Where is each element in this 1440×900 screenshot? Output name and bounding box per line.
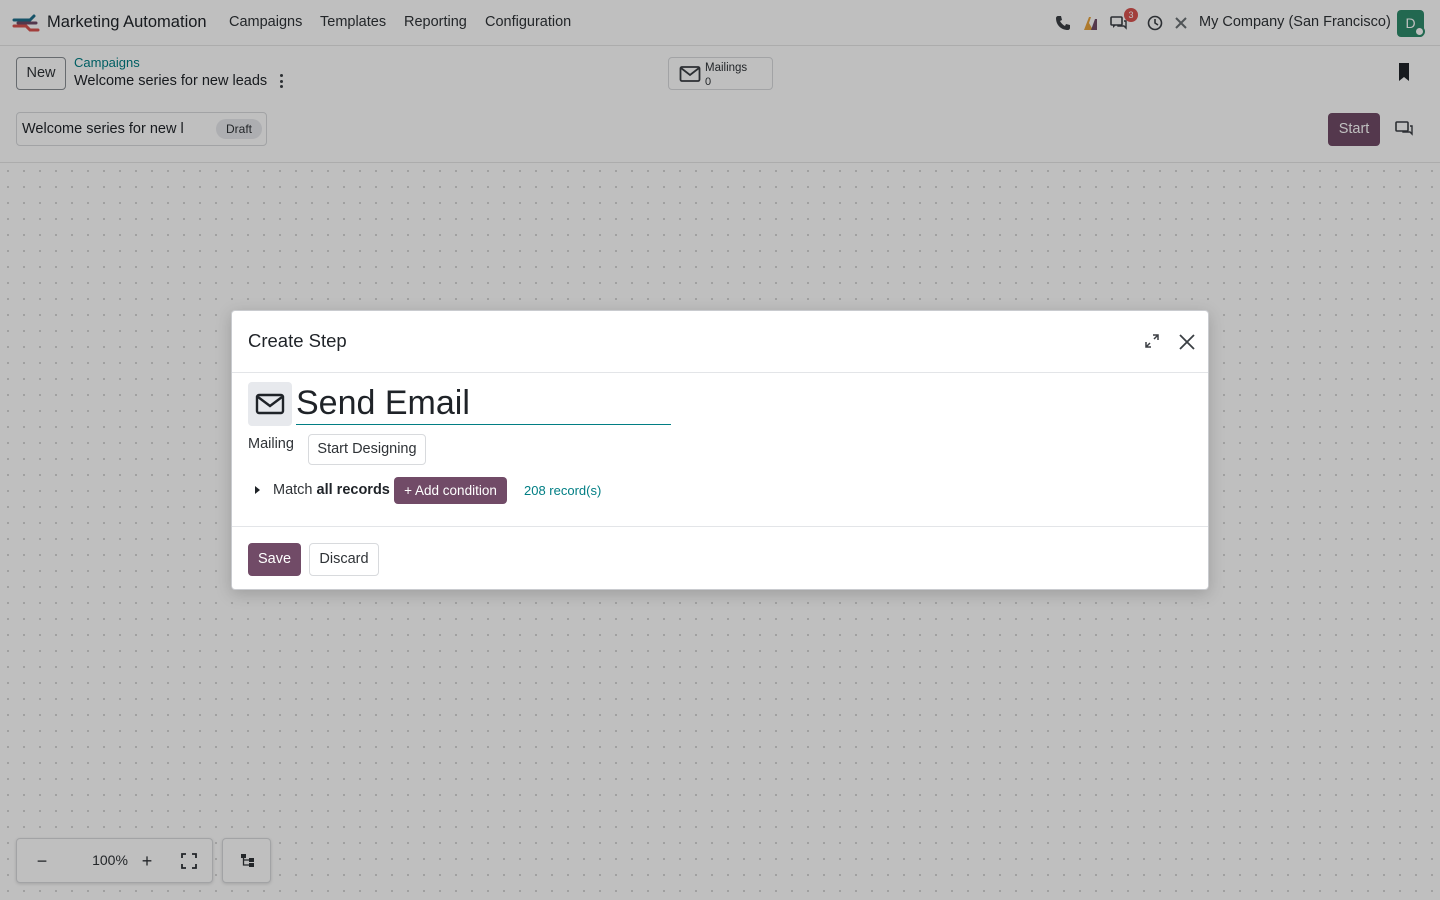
dialog-header: Create Step (232, 311, 1208, 373)
records-count-link[interactable]: 208 record(s) (524, 483, 601, 498)
add-condition-button[interactable]: + Add condition (394, 477, 507, 504)
discard-button[interactable]: Discard (309, 543, 379, 576)
save-button[interactable]: Save (248, 543, 301, 576)
activity-type-selector[interactable] (248, 382, 292, 426)
domain-match-text: Match all records (273, 482, 390, 498)
close-icon[interactable] (1178, 333, 1196, 351)
dialog-footer: Save Discard (232, 526, 1208, 590)
create-step-dialog: Create Step Send Email Mailing Start Des… (231, 310, 1209, 590)
caret-right-icon[interactable] (252, 485, 262, 495)
match-all-records: all records (316, 482, 390, 498)
expand-icon[interactable] (1144, 333, 1160, 349)
dialog-title: Create Step (248, 330, 347, 351)
mailing-field-label: Mailing (248, 436, 294, 452)
start-designing-button[interactable]: Start Designing (308, 434, 426, 465)
envelope-icon (255, 393, 285, 415)
activity-name-input[interactable]: Send Email (296, 381, 671, 425)
dialog-body: Send Email Mailing Start Designing Match… (232, 373, 1208, 526)
match-prefix: Match (273, 482, 313, 498)
